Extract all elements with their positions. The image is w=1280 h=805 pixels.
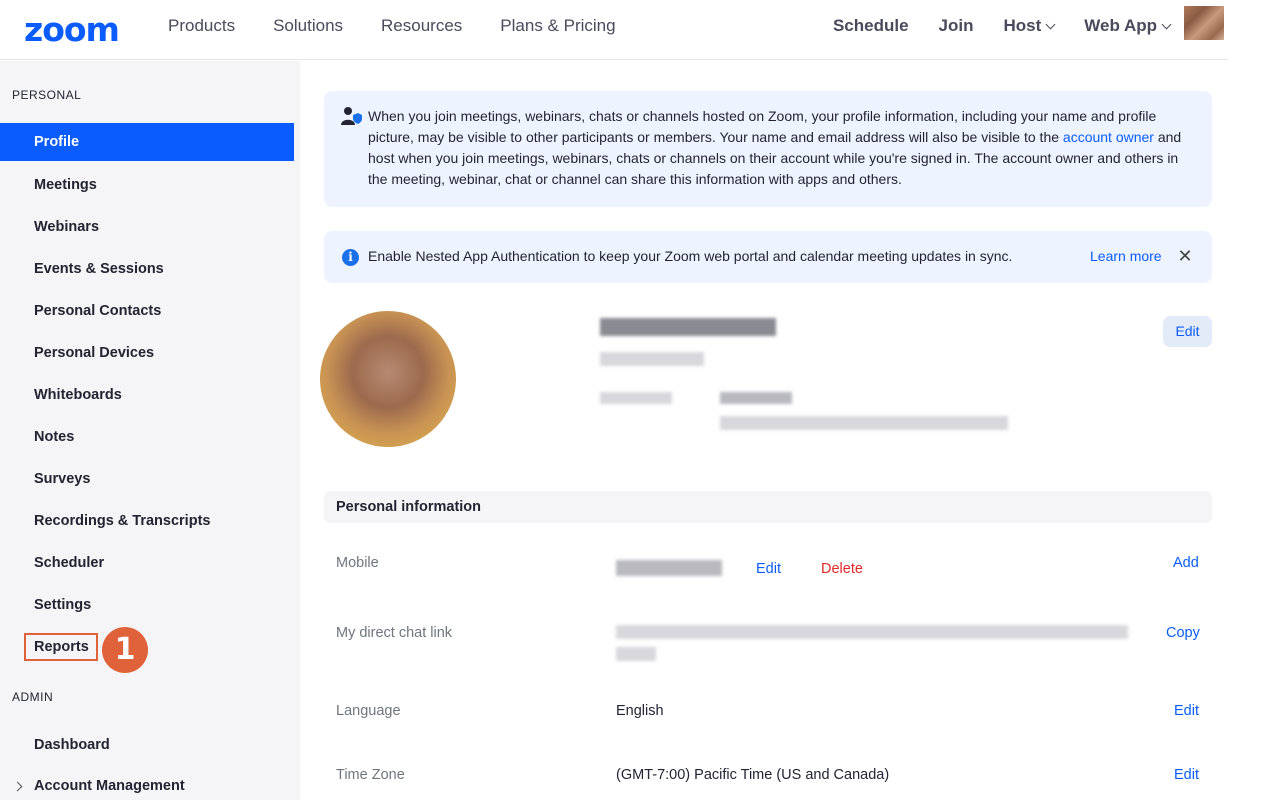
sidebar-item-profile[interactable]: Profile — [0, 123, 294, 161]
learn-more-link[interactable]: Learn more — [1090, 248, 1162, 264]
language-label: Language — [336, 703, 401, 719]
sidebar-item-recordings-transcripts[interactable]: Recordings & Transcripts — [0, 502, 294, 540]
nav-schedule[interactable]: Schedule — [833, 16, 909, 36]
language-edit-link[interactable]: Edit — [1174, 703, 1199, 719]
sidebar-item-notes[interactable]: Notes — [0, 418, 294, 456]
nav-left: Products Solutions Resources Plans & Pri… — [168, 0, 654, 52]
logo-text: zoom — [24, 10, 120, 49]
user-avatar[interactable] — [1184, 6, 1224, 40]
sidebar-item-events-sessions[interactable]: Events & Sessions — [0, 250, 294, 288]
mobile-delete-link[interactable]: Delete — [821, 561, 863, 577]
nav-web-app-menu[interactable]: Web App — [1084, 16, 1172, 36]
sidebar-heading-personal: PERSONAL — [12, 88, 82, 102]
nav-solutions[interactable]: Solutions — [273, 16, 343, 36]
close-icon[interactable]: ✕ — [1176, 247, 1194, 265]
edit-profile-button[interactable]: Edit — [1163, 316, 1212, 347]
mobile-add-link[interactable]: Add — [1173, 555, 1199, 571]
nav-web-app-label: Web App — [1084, 16, 1157, 35]
sidebar: PERSONAL Profile Meetings Webinars Event… — [0, 61, 300, 800]
privacy-text-before: When you join meetings, webinars, chats … — [368, 108, 1157, 145]
profile-field-value2-redacted — [720, 416, 1008, 430]
sidebar-item-scheduler[interactable]: Scheduler — [0, 544, 294, 582]
sidebar-item-personal-contacts[interactable]: Personal Contacts — [0, 292, 294, 330]
privacy-notice-text: When you join meetings, webinars, chats … — [368, 106, 1198, 190]
profile-title-redacted — [600, 352, 704, 366]
nav-plans-pricing[interactable]: Plans & Pricing — [500, 16, 615, 36]
nav-host-menu[interactable]: Host — [1003, 16, 1056, 36]
timezone-edit-link[interactable]: Edit — [1174, 767, 1199, 783]
sidebar-heading-admin: ADMIN — [12, 690, 54, 704]
mobile-label: Mobile — [336, 555, 379, 571]
sidebar-item-account-management[interactable]: Account Management — [0, 767, 294, 805]
language-value: English — [616, 703, 664, 719]
sidebar-item-personal-devices[interactable]: Personal Devices — [0, 334, 294, 372]
copy-chat-link[interactable]: Copy — [1166, 625, 1200, 641]
timezone-value: (GMT-7:00) Pacific Time (US and Canada) — [616, 767, 890, 783]
chevron-down-icon — [1045, 19, 1056, 29]
timezone-label: Time Zone — [336, 767, 405, 783]
nav-join[interactable]: Join — [939, 16, 974, 36]
chat-link-value2-redacted — [616, 647, 656, 661]
mobile-edit-link[interactable]: Edit — [756, 561, 781, 577]
sidebar-item-settings[interactable]: Settings — [0, 586, 294, 624]
sidebar-item-webinars[interactable]: Webinars — [0, 208, 294, 246]
nav-join-label: Join — [938, 16, 974, 35]
nav-host-label: Host — [1003, 16, 1042, 35]
nav-resources[interactable]: Resources — [381, 16, 462, 36]
step-badge: 1 — [102, 627, 148, 673]
sidebar-item-surveys[interactable]: Surveys — [0, 460, 294, 498]
sidebar-item-meetings[interactable]: Meetings — [0, 166, 294, 204]
info-icon: i — [342, 249, 359, 266]
profile-field-label-redacted — [600, 392, 672, 404]
reports-highlight-box — [24, 633, 98, 661]
sidebar-item-dashboard[interactable]: Dashboard — [0, 726, 294, 764]
nav-schedule-label: Schedule — [832, 16, 909, 35]
nav-right: Schedule Join Host Web App — [803, 0, 1172, 52]
sidebar-item-whiteboards[interactable]: Whiteboards — [0, 376, 294, 414]
chevron-down-icon — [1161, 19, 1172, 29]
mobile-value-redacted — [616, 560, 722, 576]
chat-link-label: My direct chat link — [336, 625, 453, 641]
personal-information-header: Personal information — [324, 491, 1212, 523]
nav-products[interactable]: Products — [168, 16, 235, 36]
profile-field-value-redacted — [720, 392, 792, 404]
person-shield-icon — [341, 107, 362, 125]
chat-link-value-redacted — [616, 625, 1128, 639]
personal-information-title: Personal information — [336, 499, 482, 515]
zoom-logo[interactable]: zoom — [24, 10, 136, 49]
account-owner-link[interactable]: account owner — [1063, 129, 1154, 145]
profile-picture[interactable] — [320, 311, 456, 447]
profile-name-redacted — [600, 318, 776, 336]
nested-auth-text: Enable Nested App Authentication to keep… — [368, 248, 1013, 264]
nested-auth-notice: i Enable Nested App Authentication to ke… — [324, 231, 1212, 283]
main-content: When you join meetings, webinars, chats … — [300, 61, 1228, 800]
top-navigation: zoom Products Solutions Resources Plans … — [0, 0, 1228, 60]
privacy-notice: When you join meetings, webinars, chats … — [324, 91, 1212, 207]
